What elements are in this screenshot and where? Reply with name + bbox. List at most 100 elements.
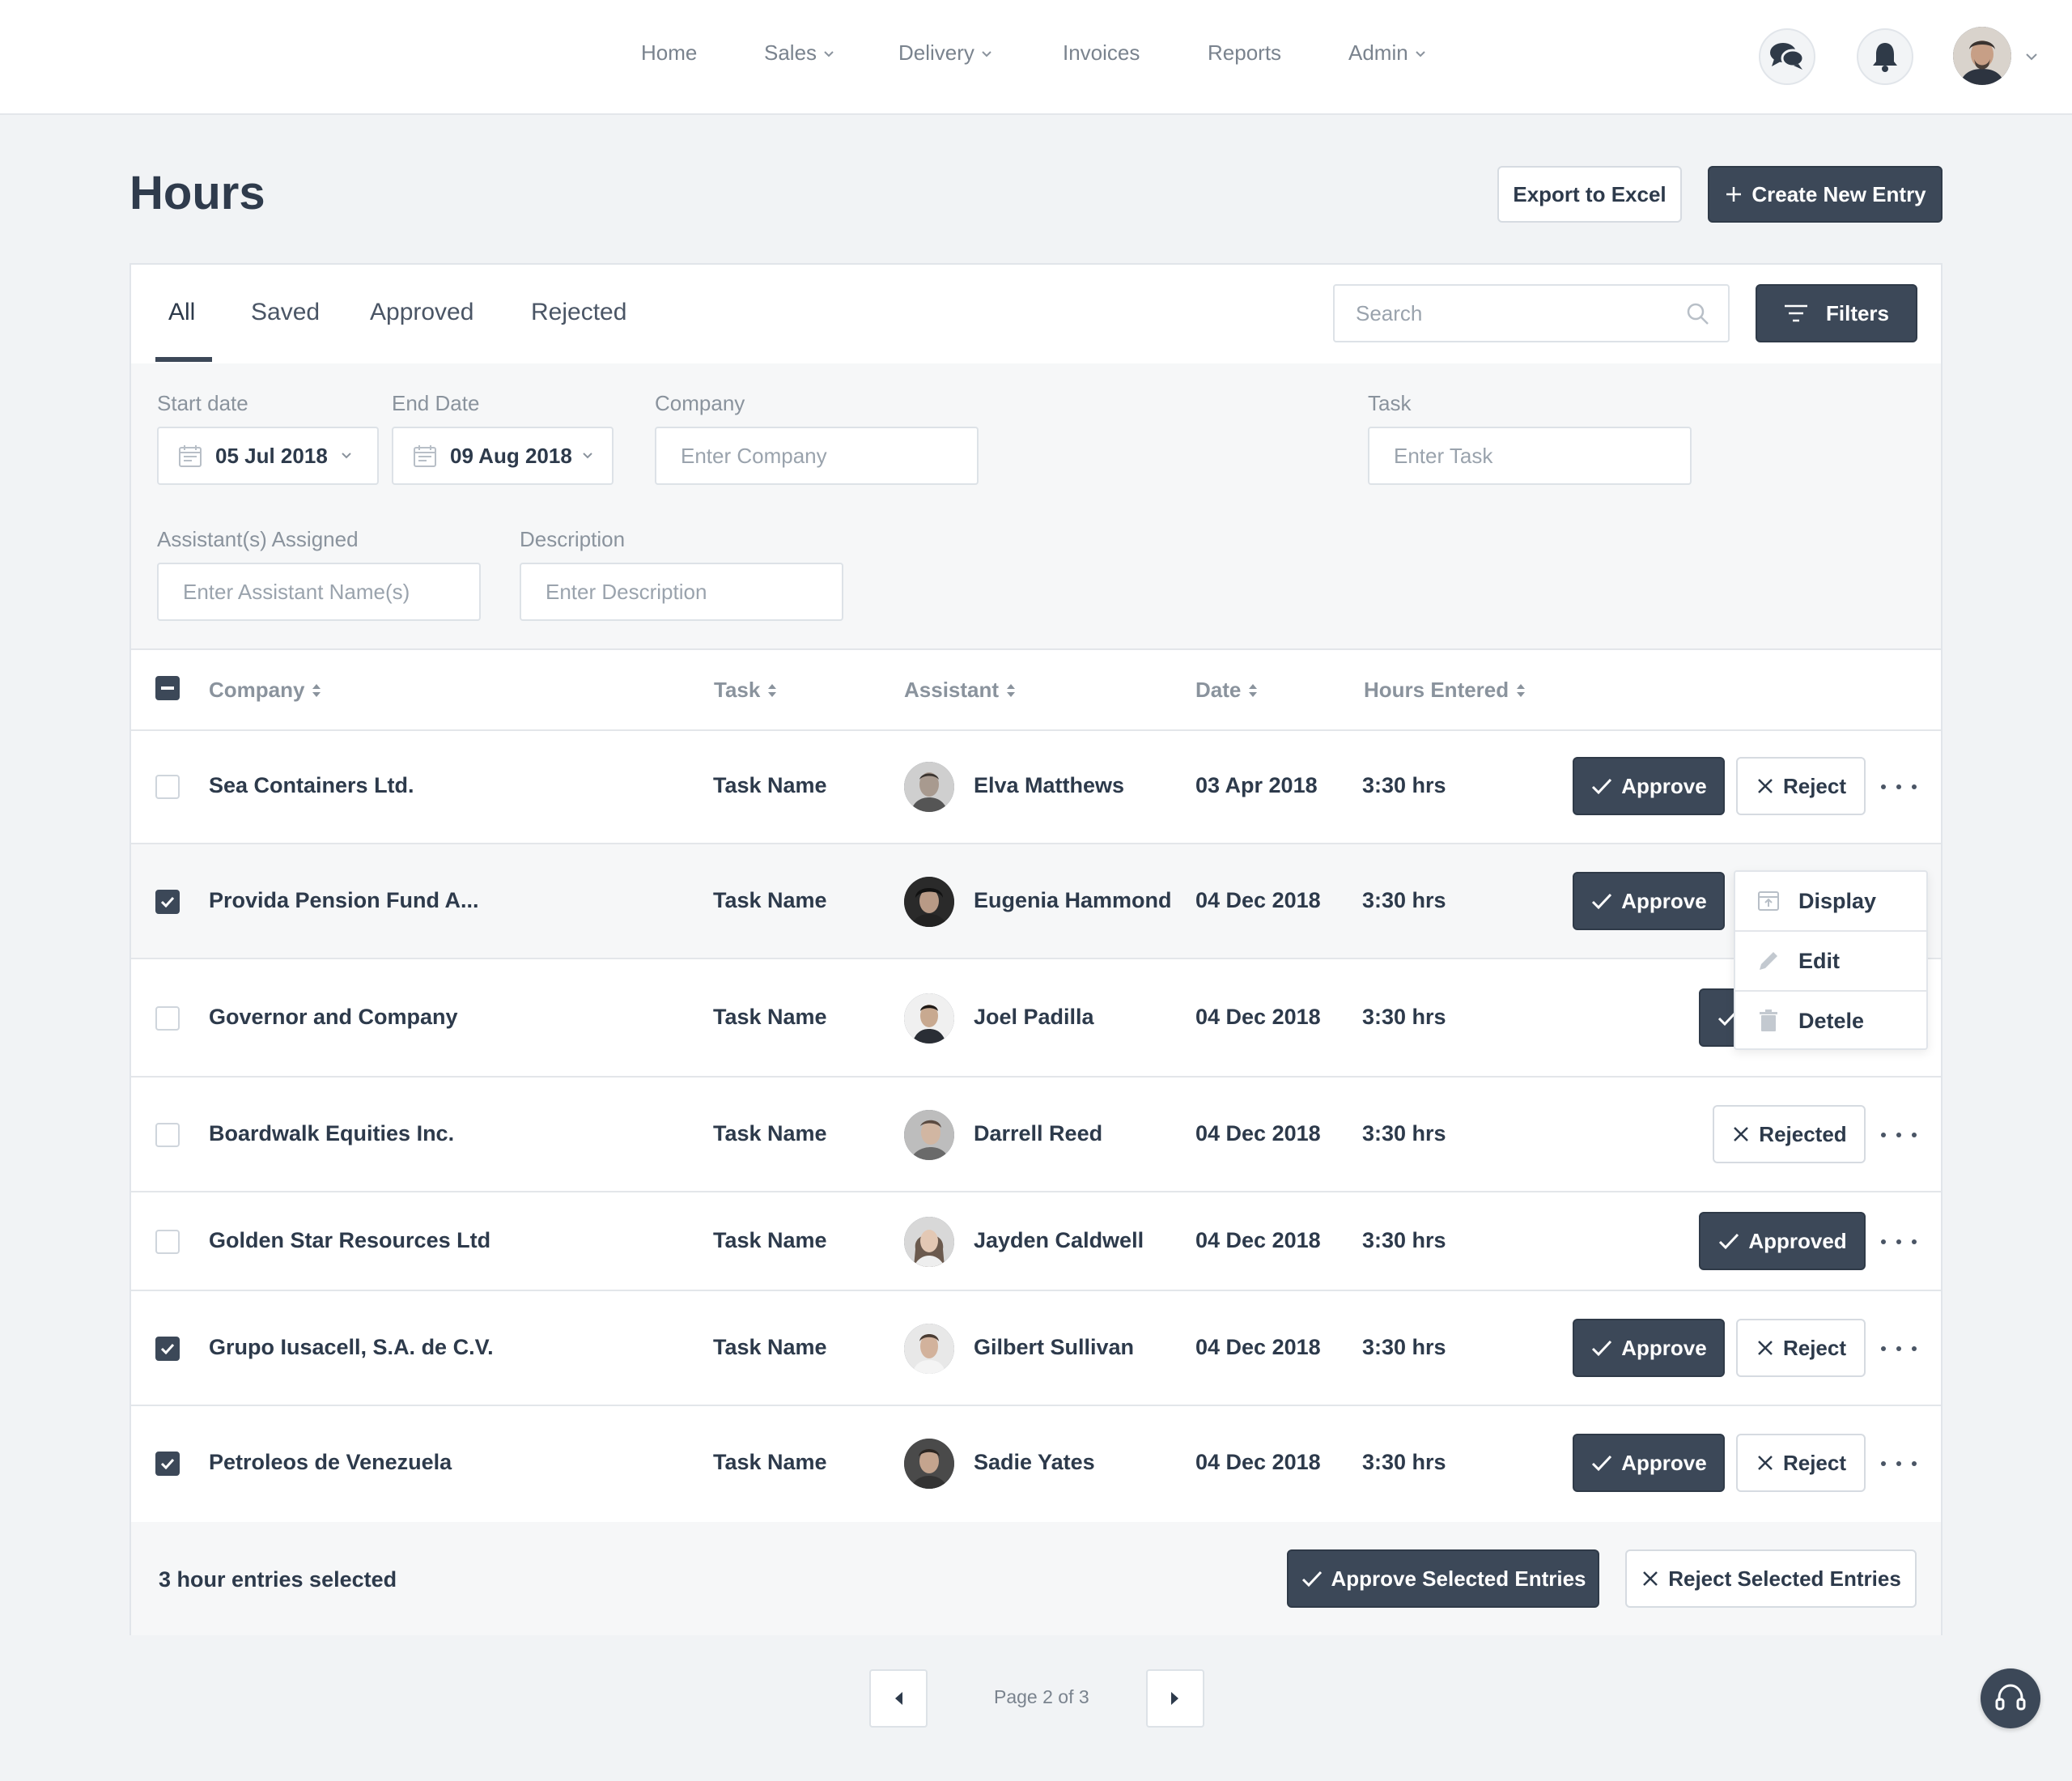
column-header-assistant[interactable]: Assistant <box>904 678 1017 703</box>
check-icon <box>1301 1571 1322 1588</box>
trash-icon <box>1760 1010 1777 1031</box>
table-row[interactable]: Golden Star Resources Ltd Task Name Jayd… <box>131 1192 1941 1291</box>
nav-invoices[interactable]: Invoices <box>1063 40 1140 66</box>
page-title: Hours <box>130 167 265 219</box>
sort-icon <box>1007 683 1016 697</box>
close-icon <box>1758 1341 1773 1355</box>
nav-admin[interactable]: Admin <box>1348 40 1426 66</box>
row-hours: 3:30 hrs <box>1362 1228 1446 1252</box>
company-filter-input[interactable] <box>679 443 939 470</box>
user-avatar[interactable] <box>1953 27 2011 85</box>
table-row[interactable]: Sea Containers Ltd. Task Name Elva Matth… <box>131 729 1941 844</box>
row-company: Petroleos de Venezuela <box>209 1450 452 1474</box>
avatar <box>904 1324 954 1374</box>
next-page-button[interactable] <box>1146 1669 1204 1728</box>
tab-saved[interactable]: Saved <box>251 299 320 326</box>
person-portrait-icon <box>904 993 954 1044</box>
more-options-icon[interactable] <box>1881 1341 1917 1357</box>
row-task: Task Name <box>713 1450 827 1474</box>
pencil-icon <box>1760 952 1777 970</box>
approved-status-button[interactable]: Approved <box>1699 1212 1866 1270</box>
column-header-date[interactable]: Date <box>1195 678 1259 703</box>
row-date: 04 Dec 2018 <box>1195 1450 1321 1474</box>
table-row[interactable]: Governor and Company Task Name Joel Padi… <box>131 959 1941 1078</box>
description-filter-input[interactable] <box>544 579 804 606</box>
menu-item-display[interactable]: Display <box>1735 872 1926 930</box>
column-header-company[interactable]: Company <box>209 678 322 703</box>
row-checkbox[interactable] <box>155 1123 180 1147</box>
row-checkbox[interactable] <box>155 1230 180 1254</box>
column-header-hours[interactable]: Hours Entered <box>1364 678 1526 703</box>
row-checkbox[interactable] <box>155 890 180 914</box>
reject-button[interactable]: Reject <box>1736 1319 1866 1377</box>
selection-footer: 3 hour entries selected Approve Selected… <box>131 1522 1941 1635</box>
table-row[interactable]: Petroleos de Venezuela Task Name Sadie Y… <box>131 1406 1941 1522</box>
approve-button[interactable]: Approve <box>1573 757 1725 815</box>
tab-all[interactable]: All <box>168 299 195 326</box>
chevron-down-icon[interactable] <box>2025 51 2038 62</box>
start-date-picker[interactable]: 05 Jul 2018 <box>157 427 379 485</box>
reject-button[interactable]: Reject <box>1736 757 1866 815</box>
menu-item-edit[interactable]: Edit <box>1735 932 1926 990</box>
nav-home[interactable]: Home <box>641 40 697 66</box>
more-options-icon[interactable] <box>1881 1456 1917 1472</box>
filters-label: Filters <box>1825 300 1890 325</box>
messages-button[interactable] <box>1759 28 1815 85</box>
support-button[interactable] <box>1981 1668 2040 1728</box>
menu-item-delete[interactable]: Detele <box>1735 992 1926 1050</box>
table-row[interactable]: Boardwalk Equities Inc. Task Name Darrel… <box>131 1078 1941 1192</box>
more-options-icon[interactable] <box>1881 1127 1917 1143</box>
create-entry-button[interactable]: Create New Entry <box>1708 166 1942 223</box>
select-all-checkbox[interactable] <box>155 676 180 700</box>
search-input[interactable] <box>1354 300 1681 327</box>
description-filter-box <box>520 563 843 621</box>
end-date-picker[interactable]: 09 Aug 2018 <box>392 427 614 485</box>
task-filter-input[interactable] <box>1392 443 1652 470</box>
row-checkbox[interactable] <box>155 1006 180 1031</box>
notifications-button[interactable] <box>1857 28 1913 85</box>
create-entry-label: Create New Entry <box>1751 181 1926 206</box>
column-header-task[interactable]: Task <box>714 678 778 703</box>
row-company: Boardwalk Equities Inc. <box>209 1121 455 1146</box>
row-actions-menu: Display Edit Detele <box>1734 870 1928 1050</box>
row-task: Task Name <box>713 1335 827 1359</box>
row-company: Sea Containers Ltd. <box>209 773 414 797</box>
row-checkbox[interactable] <box>155 1452 180 1476</box>
nav-reports[interactable]: Reports <box>1208 40 1281 66</box>
approve-selected-button[interactable]: Approve Selected Entries <box>1287 1549 1599 1608</box>
table-row[interactable]: Grupo Iusacell, S.A. de C.V. Task Name G… <box>131 1291 1941 1406</box>
row-task: Task Name <box>713 773 827 797</box>
display-icon <box>1758 891 1779 911</box>
reject-button[interactable]: Reject <box>1736 1434 1866 1492</box>
filters-button[interactable]: Filters <box>1756 284 1917 342</box>
tab-rejected[interactable]: Rejected <box>531 299 626 326</box>
more-options-icon[interactable] <box>1881 779 1917 795</box>
assistant-filter-input[interactable] <box>181 579 441 606</box>
avatar <box>904 993 954 1044</box>
table-row[interactable]: Provida Pension Fund A... Task Name Euge… <box>131 844 1941 959</box>
row-checkbox[interactable] <box>155 775 180 799</box>
nav-delivery[interactable]: Delivery <box>898 40 992 66</box>
headset-icon <box>1995 1684 2026 1711</box>
approve-button[interactable]: Approve <box>1573 1319 1725 1377</box>
person-portrait-icon <box>904 1110 954 1160</box>
reject-selected-button[interactable]: Reject Selected Entries <box>1625 1549 1917 1608</box>
chat-icon <box>1770 43 1805 70</box>
approve-button[interactable]: Approve <box>1573 872 1725 930</box>
row-date: 04 Dec 2018 <box>1195 1005 1321 1029</box>
hours-card: All Saved Approved Rejected Filters St <box>130 263 1942 1635</box>
more-options-icon[interactable] <box>1881 1234 1917 1250</box>
approve-button[interactable]: Approve <box>1573 1434 1725 1492</box>
tab-approved[interactable]: Approved <box>370 299 473 326</box>
close-icon <box>1758 1456 1773 1470</box>
search-icon[interactable] <box>1686 302 1710 326</box>
export-excel-button[interactable]: Export to Excel <box>1497 166 1682 223</box>
approve-label: Approve <box>1621 1335 1707 1360</box>
person-portrait-icon <box>904 1324 954 1374</box>
nav-sales[interactable]: Sales <box>764 40 834 66</box>
app-root: Home Sales Delivery Invoices Reports Adm… <box>0 0 2072 1781</box>
rejected-status-button[interactable]: Rejected <box>1713 1105 1866 1163</box>
prev-page-button[interactable] <box>869 1669 928 1728</box>
approve-label: Approve <box>1621 888 1707 913</box>
row-checkbox[interactable] <box>155 1337 180 1361</box>
